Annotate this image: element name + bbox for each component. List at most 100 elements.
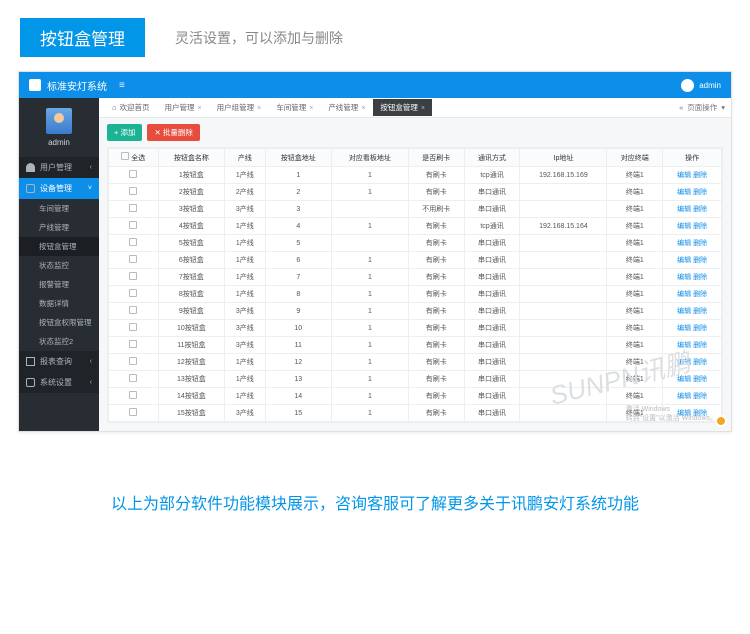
edit-link[interactable]: 编辑 bbox=[677, 223, 691, 230]
delete-link[interactable]: 删除 bbox=[693, 325, 707, 332]
sidebar-item-用户管理[interactable]: 用户管理‹ bbox=[19, 157, 99, 178]
table-cell: 9按钮盒 bbox=[158, 303, 224, 320]
checkbox[interactable] bbox=[129, 340, 137, 348]
checkbox[interactable] bbox=[129, 323, 137, 331]
table-cell: 不用刷卡 bbox=[408, 201, 464, 218]
table-cell: 1 bbox=[331, 371, 408, 388]
tab-用户管理[interactable]: 用户管理× bbox=[158, 99, 209, 116]
close-icon[interactable]: × bbox=[309, 105, 313, 112]
checkbox[interactable] bbox=[129, 221, 137, 229]
sidebar-sub-按钮盒管理[interactable]: 按钮盒管理 bbox=[19, 237, 99, 256]
sidebar-sub-车间管理[interactable]: 车间管理 bbox=[19, 199, 99, 218]
table-cell: 4按钮盒 bbox=[158, 218, 224, 235]
notification-badge-icon[interactable] bbox=[715, 415, 727, 427]
tabbar-right-arrow-icon[interactable]: « bbox=[679, 103, 683, 112]
avatar-icon[interactable] bbox=[681, 79, 694, 92]
table-cell: 3按钮盒 bbox=[158, 201, 224, 218]
table-cell: 有刷卡 bbox=[408, 405, 464, 422]
hamburger-icon[interactable]: ≡ bbox=[119, 80, 125, 91]
edit-link[interactable]: 编辑 bbox=[677, 240, 691, 247]
edit-link[interactable]: 编辑 bbox=[677, 325, 691, 332]
delete-link[interactable]: 删除 bbox=[693, 291, 707, 298]
edit-link[interactable]: 编辑 bbox=[677, 342, 691, 349]
checkbox[interactable] bbox=[129, 306, 137, 314]
delete-link[interactable]: 删除 bbox=[693, 376, 707, 383]
edit-link[interactable]: 编辑 bbox=[677, 359, 691, 366]
sidebar-item-系统设置[interactable]: 系统设置‹ bbox=[19, 372, 99, 393]
table-row: 4按钮盒1产线41有刷卡tcp通讯192.168.15.164终端1编辑 删除 bbox=[109, 218, 722, 235]
edit-link[interactable]: 编辑 bbox=[677, 393, 691, 400]
tab-产线管理[interactable]: 产线管理× bbox=[321, 99, 372, 116]
topbar-username[interactable]: admin bbox=[699, 81, 721, 90]
sidebar-sub-报警管理[interactable]: 报警管理 bbox=[19, 275, 99, 294]
table-cell: 有刷卡 bbox=[408, 354, 464, 371]
table-cell: 终端1 bbox=[607, 269, 663, 286]
tab-label: 产线管理 bbox=[328, 103, 358, 112]
checkbox[interactable] bbox=[129, 238, 137, 246]
table-cell: 8 bbox=[265, 286, 331, 303]
edit-link[interactable]: 编辑 bbox=[677, 206, 691, 213]
edit-link[interactable]: 编辑 bbox=[677, 189, 691, 196]
sidebar-sub-产线管理[interactable]: 产线管理 bbox=[19, 218, 99, 237]
chevron-down-icon[interactable]: ▾ bbox=[721, 103, 725, 112]
table-cell: 14 bbox=[265, 388, 331, 405]
tab-车间管理[interactable]: 车间管理× bbox=[269, 99, 320, 116]
checkbox[interactable] bbox=[129, 204, 137, 212]
table-cell: 有刷卡 bbox=[408, 252, 464, 269]
checkbox[interactable] bbox=[129, 357, 137, 365]
table-cell: 1 bbox=[331, 320, 408, 337]
tab-按钮盒管理[interactable]: 按钮盒管理× bbox=[373, 99, 432, 116]
delete-link[interactable]: 删除 bbox=[693, 257, 707, 264]
checkbox[interactable] bbox=[121, 152, 129, 160]
delete-link[interactable]: 删除 bbox=[693, 189, 707, 196]
edit-link[interactable]: 编辑 bbox=[677, 172, 691, 179]
close-icon[interactable]: × bbox=[198, 105, 202, 112]
edit-link[interactable]: 编辑 bbox=[677, 376, 691, 383]
checkbox[interactable] bbox=[129, 255, 137, 263]
edit-link[interactable]: 编辑 bbox=[677, 291, 691, 298]
app-title: 标准安灯系统 bbox=[47, 78, 107, 93]
edit-link[interactable]: 编辑 bbox=[677, 274, 691, 281]
report-icon bbox=[26, 357, 35, 366]
delete-link[interactable]: 删除 bbox=[693, 172, 707, 179]
sidebar-sub-按钮盒权限管理[interactable]: 按钮盒权限管理 bbox=[19, 313, 99, 332]
table-cell bbox=[520, 405, 607, 422]
tab-用户组管理[interactable]: 用户组管理× bbox=[210, 99, 269, 116]
table-cell bbox=[520, 303, 607, 320]
page-ops-label[interactable]: 页面操作 bbox=[687, 102, 717, 113]
delete-link[interactable]: 删除 bbox=[693, 206, 707, 213]
table-cell: 1 bbox=[331, 167, 408, 184]
tab-欢迎首页[interactable]: 欢迎首页 bbox=[105, 99, 157, 116]
delete-link[interactable]: 删除 bbox=[693, 274, 707, 281]
sidebar-item-设备管理[interactable]: 设备管理˅ bbox=[19, 178, 99, 199]
delete-link[interactable]: 删除 bbox=[693, 223, 707, 230]
checkbox[interactable] bbox=[129, 408, 137, 416]
checkbox[interactable] bbox=[129, 272, 137, 280]
sidebar-sub-状态监控2[interactable]: 状态监控2 bbox=[19, 332, 99, 351]
delete-link[interactable]: 删除 bbox=[693, 308, 707, 315]
table-cell: 10按钮盒 bbox=[158, 320, 224, 337]
sidebar-sub-数据详情[interactable]: 数据详情 bbox=[19, 294, 99, 313]
close-icon[interactable]: × bbox=[421, 105, 425, 112]
sidebar-sub-状态监控[interactable]: 状态监控 bbox=[19, 256, 99, 275]
checkbox[interactable] bbox=[129, 289, 137, 297]
checkbox[interactable] bbox=[129, 187, 137, 195]
delete-link[interactable]: 删除 bbox=[693, 393, 707, 400]
delete-link[interactable]: 删除 bbox=[693, 240, 707, 247]
edit-link[interactable]: 编辑 bbox=[677, 308, 691, 315]
table-cell: 有刷卡 bbox=[408, 218, 464, 235]
close-icon[interactable]: × bbox=[257, 105, 261, 112]
checkbox[interactable] bbox=[129, 170, 137, 178]
edit-link[interactable]: 编辑 bbox=[677, 257, 691, 264]
checkbox[interactable] bbox=[129, 374, 137, 382]
sidebar-item-报表查询[interactable]: 报表查询‹ bbox=[19, 351, 99, 372]
close-icon[interactable]: × bbox=[361, 105, 365, 112]
add-button[interactable]: + 添加 bbox=[107, 124, 142, 141]
batch-delete-button[interactable]: ✕ 批量删除 bbox=[147, 124, 199, 141]
table-cell: 1 bbox=[331, 286, 408, 303]
checkbox[interactable] bbox=[129, 391, 137, 399]
delete-link[interactable]: 删除 bbox=[693, 342, 707, 349]
delete-link[interactable]: 删除 bbox=[693, 359, 707, 366]
table-cell bbox=[520, 286, 607, 303]
app-window: 标准安灯系统 ≡ admin admin 用户管理‹设备管理˅车间管理产线管理按… bbox=[18, 71, 732, 432]
